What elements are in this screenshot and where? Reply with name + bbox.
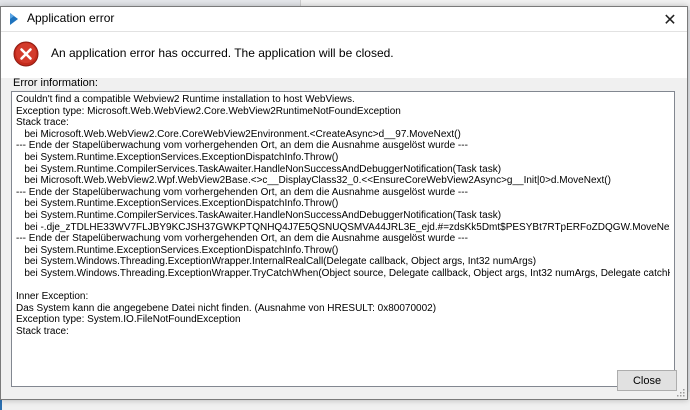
details-line: bei System.Runtime.ExceptionServices.Exc… (16, 244, 339, 256)
details-line: Exception type: System.IO.FileNotFoundEx… (16, 314, 241, 326)
error-header: An application error has occurred. The a… (1, 32, 687, 78)
details-line: Inner Exception: (16, 291, 89, 303)
details-line: Stack trace: (16, 325, 69, 337)
error-icon (13, 41, 39, 67)
error-message: An application error has occurred. The a… (51, 46, 394, 60)
close-window-button[interactable]: ✕ (653, 7, 687, 31)
error-information-label: Error information: (13, 77, 98, 89)
details-line: --- Ende der Stapelüberwachung vom vorhe… (16, 233, 468, 245)
details-line: --- Ende der Stapelüberwachung vom vorhe… (16, 186, 468, 198)
details-line: bei System.Runtime.ExceptionServices.Exc… (16, 151, 339, 163)
details-line: Exception type: Microsoft.Web.WebView2.C… (16, 105, 401, 117)
details-line (16, 280, 670, 292)
details-line: bei System.Runtime.ExceptionServices.Exc… (16, 198, 339, 210)
app-icon (10, 13, 18, 25)
details-line: Stack trace: (16, 117, 69, 129)
details-line: bei System.Runtime.CompilerServices.Task… (16, 163, 502, 175)
window-title: Application error (27, 11, 115, 25)
details-line: bei Microsoft.Web.WebView2.Wpf.WebView2B… (16, 175, 611, 187)
details-line: bei System.Windows.Threading.ExceptionWr… (16, 256, 537, 268)
resize-grip-icon[interactable] (675, 387, 685, 397)
details-line: Das System kann die angegebene Datei nic… (16, 302, 437, 314)
error-details-textbox[interactable]: Couldn't find a compatible Webview2 Runt… (11, 91, 675, 387)
title-bar[interactable]: Application error ✕ (1, 7, 687, 32)
details-line: --- Ende der Stapelüberwachung vom vorhe… (16, 140, 468, 152)
close-button[interactable]: Close (617, 370, 677, 391)
details-line: Couldn't find a compatible Webview2 Runt… (16, 94, 355, 105)
details-line: bei -.dje_zTDLHE33WV7FLJBY9KCJSH37GWKPTQ… (16, 221, 670, 233)
details-line: bei System.Runtime.CompilerServices.Task… (16, 209, 502, 221)
application-error-dialog: Application error ✕ An application error… (0, 6, 688, 400)
details-line: bei Microsoft.Web.WebView2.Core.CoreWebV… (16, 128, 461, 140)
details-line: bei System.Windows.Threading.ExceptionWr… (16, 267, 670, 279)
close-icon: ✕ (663, 9, 677, 29)
